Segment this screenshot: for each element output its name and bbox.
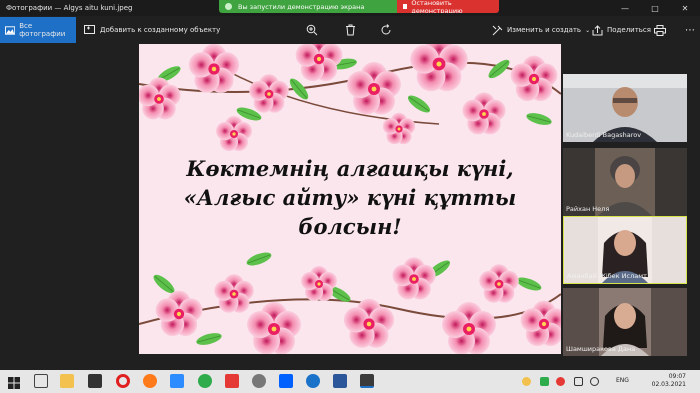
window-title: Фотографии — Algys aitu kuni.jpeg [6,4,133,12]
greeting-line-2: «Алғыс айту» күні құтты [183,185,517,210]
language-indicator[interactable]: ENG [616,377,629,384]
share-icon [592,24,603,35]
mail-icon[interactable] [88,374,102,388]
tray-app-icon[interactable] [540,377,549,386]
tray-app-icon[interactable] [556,377,565,386]
photo-icon [5,25,16,35]
more-options-icon[interactable]: ⋯ [682,22,698,38]
all-photos-label: Все фотографии [19,22,66,38]
photos-app-window: Фотографии — Algys aitu kuni.jpeg — □ ✕ … [0,0,700,370]
network-icon[interactable] [574,377,583,386]
share-status-text: Вы запустили демонстрацию экрана [238,2,365,11]
share-status: Вы запустили демонстрацию экрана [219,0,397,13]
stop-share-label: Остановить демонстрацию [411,0,463,13]
clock-time: 09:07 [668,373,686,380]
volume-icon[interactable] [590,377,599,386]
stop-share-button[interactable]: Остановить демонстрацию [397,0,499,13]
toolbar: Все фотографии Добавить к созданному объ… [0,16,700,44]
screen-share-banner: Вы запустили демонстрацию экрана Останов… [219,0,499,13]
stop-icon [403,4,408,9]
word-icon[interactable] [333,374,347,388]
maximize-button[interactable]: □ [640,0,670,16]
settings-icon[interactable] [252,374,266,388]
task-view-icon[interactable] [34,374,48,388]
participant-tile[interactable]: Райхан Неля [563,148,687,216]
participant-name: Kudaiberdi Bagasharov [566,131,642,139]
minimize-button[interactable]: — [610,0,640,16]
greeting-text: Көктемнің алғашқы күні, «Алғыс айту» күн… [139,154,561,241]
zoom-in-icon[interactable] [304,22,320,38]
participant-name: Шамширакова Дана [566,345,636,353]
share-label: Поделиться [607,26,651,34]
yandex-icon[interactable] [225,374,239,388]
add-to-album-button[interactable]: Добавить к созданному объекту [84,16,220,44]
all-photos-button[interactable]: Все фотографии [0,17,76,43]
start-button[interactable] [8,374,22,389]
participant-name: Райхан Неля [566,205,610,213]
tray-app-icon[interactable] [522,377,531,386]
rotate-icon[interactable] [378,22,394,38]
delete-icon[interactable] [342,22,358,38]
edit-create-menu[interactable]: Изменить и создать ⌄ [492,16,590,44]
file-explorer-icon[interactable] [60,374,74,388]
edit-create-label: Изменить и создать [507,26,582,34]
participant-name: Аманбай Жібек Исламт... [567,272,654,280]
clock-date: 02.03.2021 [651,381,686,388]
window-controls: — □ ✕ [610,0,700,16]
participant-tile[interactable]: Шамширакова Дана [563,288,687,356]
slide-image: Көктемнің алғашқы күні, «Алғыс айту» күн… [139,44,561,354]
firefox-icon[interactable] [143,374,157,388]
add-to-album-label: Добавить к созданному объекту [100,26,221,34]
zoom-icon[interactable] [170,374,184,388]
edit-icon [492,25,503,35]
dropbox-icon[interactable] [279,374,293,388]
whatsapp-icon[interactable] [198,374,212,388]
greeting-line-3: болсын! [298,214,402,239]
participants-panel: Kudaiberdi Bagasharov Райхан Неля Аманба… [563,74,687,356]
print-icon[interactable] [652,22,668,38]
system-clock[interactable]: 09:07 02.03.2021 [652,373,686,389]
photos-app-icon[interactable] [360,374,374,388]
participant-tile[interactable]: Kudaiberdi Bagasharov [563,74,687,142]
share-button[interactable]: Поделиться [592,16,651,44]
opera-icon[interactable] [116,374,130,388]
participant-tile-active-speaker[interactable]: Аманбай Жібек Исламт... [563,216,687,284]
edge-icon[interactable] [306,374,320,388]
windows-taskbar: ENG 09:07 02.03.2021 [0,370,700,393]
share-status-icon [225,3,232,10]
greeting-line-1: Көктемнің алғашқы күні, [186,156,514,181]
album-add-icon [84,25,95,34]
chevron-down-icon: ⌄ [585,26,591,34]
close-button[interactable]: ✕ [670,0,700,16]
